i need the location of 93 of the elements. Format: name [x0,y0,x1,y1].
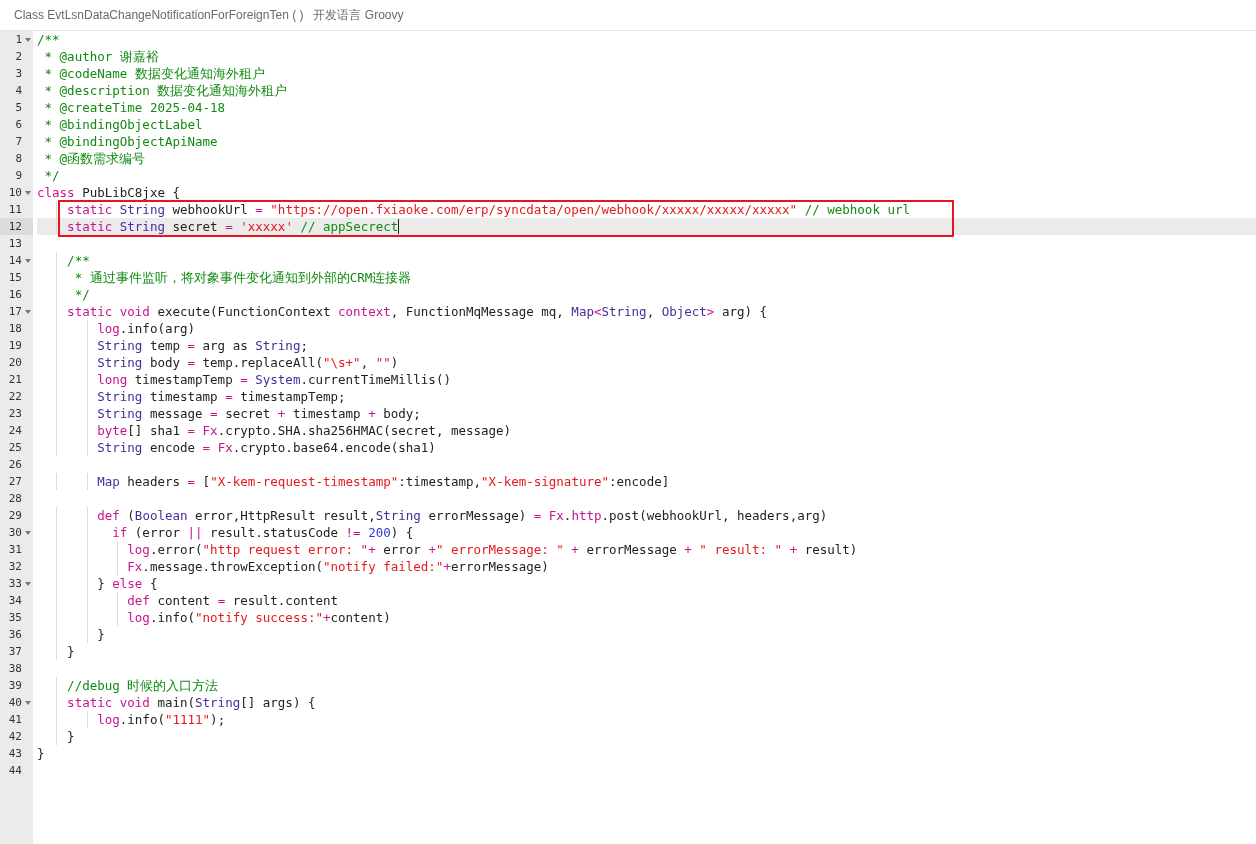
code-line: * @bindingObjectLabel [43,116,203,133]
code-line: } [37,745,45,762]
line-number: 10 [8,186,22,199]
code-line: /** [37,31,60,48]
line-number: 37 [8,645,22,658]
line-number: 23 [8,407,22,420]
line-number: 20 [8,356,22,369]
line-number: 28 [8,492,22,505]
line-number: 15 [8,271,22,284]
fold-caret-icon[interactable] [24,700,31,705]
fold-caret-icon[interactable] [24,190,31,195]
line-number: 32 [8,560,22,573]
line-number: 33 [8,577,22,590]
line-number: 27 [8,475,22,488]
fold-caret-icon[interactable] [24,530,31,535]
line-number: 14 [8,254,22,267]
fold-caret-icon[interactable] [24,37,31,42]
line-number: 30 [8,526,22,539]
line-number: 29 [8,509,22,522]
line-number: 24 [8,424,22,437]
line-number: 38 [8,662,22,675]
line-number: 19 [8,339,22,352]
fold-caret-icon[interactable] [24,309,31,314]
code-line: } [66,728,75,745]
line-number: 2 [15,50,22,63]
code-line: byte[] sha1 = Fx.crypto.SHA.sha256HMAC(secret, message) [96,422,512,439]
line-number: 41 [8,713,22,726]
code-line: String timestamp = timestampTemp; [96,388,346,405]
line-number: 8 [15,152,22,165]
line-number: 34 [8,594,22,607]
code-line: * @codeName 数据变化通知海外租户 [43,65,265,82]
line-number: 13 [8,237,22,250]
line-number: 42 [8,730,22,743]
code-line: String temp = arg as String; [96,337,308,354]
code-line: static String secret = 'xxxxx' // appSecrect [66,218,399,235]
code-line: log.info("notify success:"+content) [126,609,391,626]
line-number: 21 [8,373,22,386]
line-number: 18 [8,322,22,335]
code-line: static void main(String[] args) { [66,694,316,711]
code-line: //debug 时候的入口方法 [66,677,219,694]
code-line: */ [43,167,60,184]
code-line: * @bindingObjectApiName [43,133,218,150]
code-line: long timestampTemp = System.currentTimeMillis() [96,371,451,388]
line-number: 17 [8,305,22,318]
code-line: } else { [96,575,158,592]
line-number: 16 [8,288,22,301]
code-line: /** [66,252,90,269]
line-number: 26 [8,458,22,471]
fold-caret-icon[interactable] [24,581,31,586]
code-line: log.info("1111"); [96,711,226,728]
line-number: 36 [8,628,22,641]
code-line: static String webhookUrl = "https://open.fxiaoke.com/erp/syncdata/open/webhook/xxxxx/xxxxx/xxxxx" // webhook url [66,201,910,218]
code-line: } [66,643,75,660]
code-line: String encode = Fx.crypto.base64.encode(sha1) [96,439,436,456]
line-number: 3 [15,67,22,80]
line-number: 40 [8,696,22,709]
code-line: def (Boolean error,HttpResult result,String errorMessage) = Fx.http.post(webhookUrl, headers,arg) [96,507,828,524]
code-line: String body = temp.replaceAll("\s+", "") [96,354,399,371]
code-line: */ [73,286,90,303]
code-line: * 通过事件监听，将对象事件变化通知到外部的CRM连接器 [73,269,412,286]
code-line: log.error("http request error: "+ error +" errorMessage: " + errorMessage + " result: " + result) [126,541,858,558]
line-number: 11 [8,203,22,216]
line-number: 44 [8,764,22,777]
code-line: * @description 数据变化通知海外租户 [43,82,288,99]
code-line: if (error || result.statusCode != 200) { [111,524,414,541]
fold-caret-icon[interactable] [24,258,31,263]
line-number: 5 [15,101,22,114]
code-line: Fx.message.throwException("notify failed:"+errorMessage) [126,558,549,575]
code-line: String message = secret + timestamp + body; [96,405,421,422]
line-number: 35 [8,611,22,624]
code-line: Map headers = ["X-kem-request-timestamp":timestamp,"X-kem-signature":encode] [96,473,670,490]
line-number: 39 [8,679,22,692]
line-number: 43 [8,747,22,760]
line-number: 1 [15,33,22,46]
line-number: 12 [8,220,22,233]
text-cursor [398,219,400,234]
code-line: * @函数需求编号 [43,150,146,167]
line-number: 22 [8,390,22,403]
code-line: } [96,626,105,643]
line-number: 7 [15,135,22,148]
code-line: log.info(arg) [96,320,196,337]
line-number: 4 [15,84,22,97]
line-number: 31 [8,543,22,556]
code-line: * @createTime 2025-04-18 [43,99,226,116]
language-label: 开发语言 Groovy [313,6,404,24]
code-line: class PubLibC8jxe { [37,184,180,201]
line-number: 6 [15,118,22,131]
class-title: Class EvtLsnDataChangeNotificationForForeignTen ( ) [14,8,304,22]
code-line: def content = result.content [126,592,339,609]
line-number: 25 [8,441,22,454]
code-line: * @author 谢嘉裕 [43,48,159,65]
line-number: 9 [15,169,22,182]
code-line: static void execute(FunctionContext context, FunctionMqMessage mq, Map<String, Object> arg) { [66,303,768,320]
